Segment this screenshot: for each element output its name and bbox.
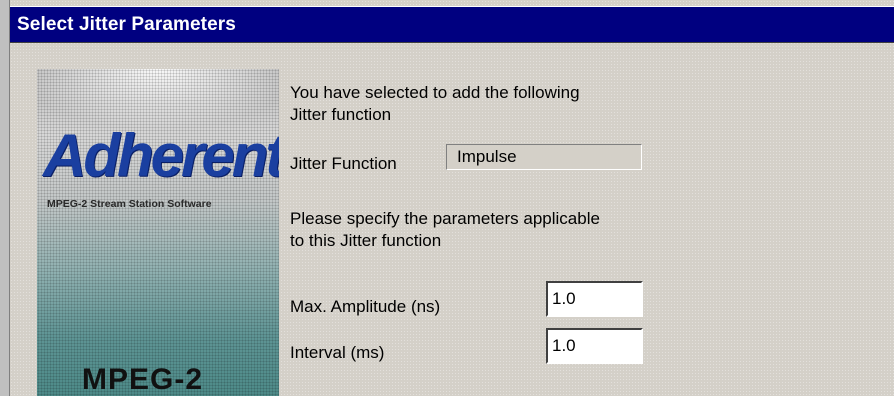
dialog-title-bar: Select Jitter Parameters: [10, 6, 894, 43]
jitter-function-label: Jitter Function: [290, 154, 397, 173]
jitter-function-readonly-field: Impulse: [446, 144, 642, 170]
dialog-title: Select Jitter Parameters: [17, 14, 236, 35]
interval-input[interactable]: [546, 328, 643, 364]
interval-label: Interval (ms): [290, 343, 385, 362]
specify-text: Please specify the parameters applicable…: [290, 208, 600, 252]
banner-product-name: MPEG-2: [82, 363, 204, 396]
intro-line-1: You have selected to add the following: [290, 83, 580, 102]
specify-line-1: Please specify the parameters applicable: [290, 209, 600, 228]
specify-line-2: to this Jitter function: [290, 231, 442, 250]
max-amplitude-label: Max. Amplitude (ns): [290, 297, 441, 316]
jitter-parameters-dialog: Select Jitter Parameters Adherent MPEG-2…: [9, 0, 894, 396]
intro-text: You have selected to add the following J…: [290, 82, 580, 126]
banner-subtitle: MPEG-2 Stream Station Software: [47, 198, 212, 210]
intro-line-2: Jitter function: [290, 105, 392, 124]
product-banner-image: Adherent MPEG-2 Stream Station Software …: [37, 69, 279, 396]
max-amplitude-input[interactable]: [546, 281, 643, 317]
adherent-logo: Adherent: [43, 122, 279, 189]
